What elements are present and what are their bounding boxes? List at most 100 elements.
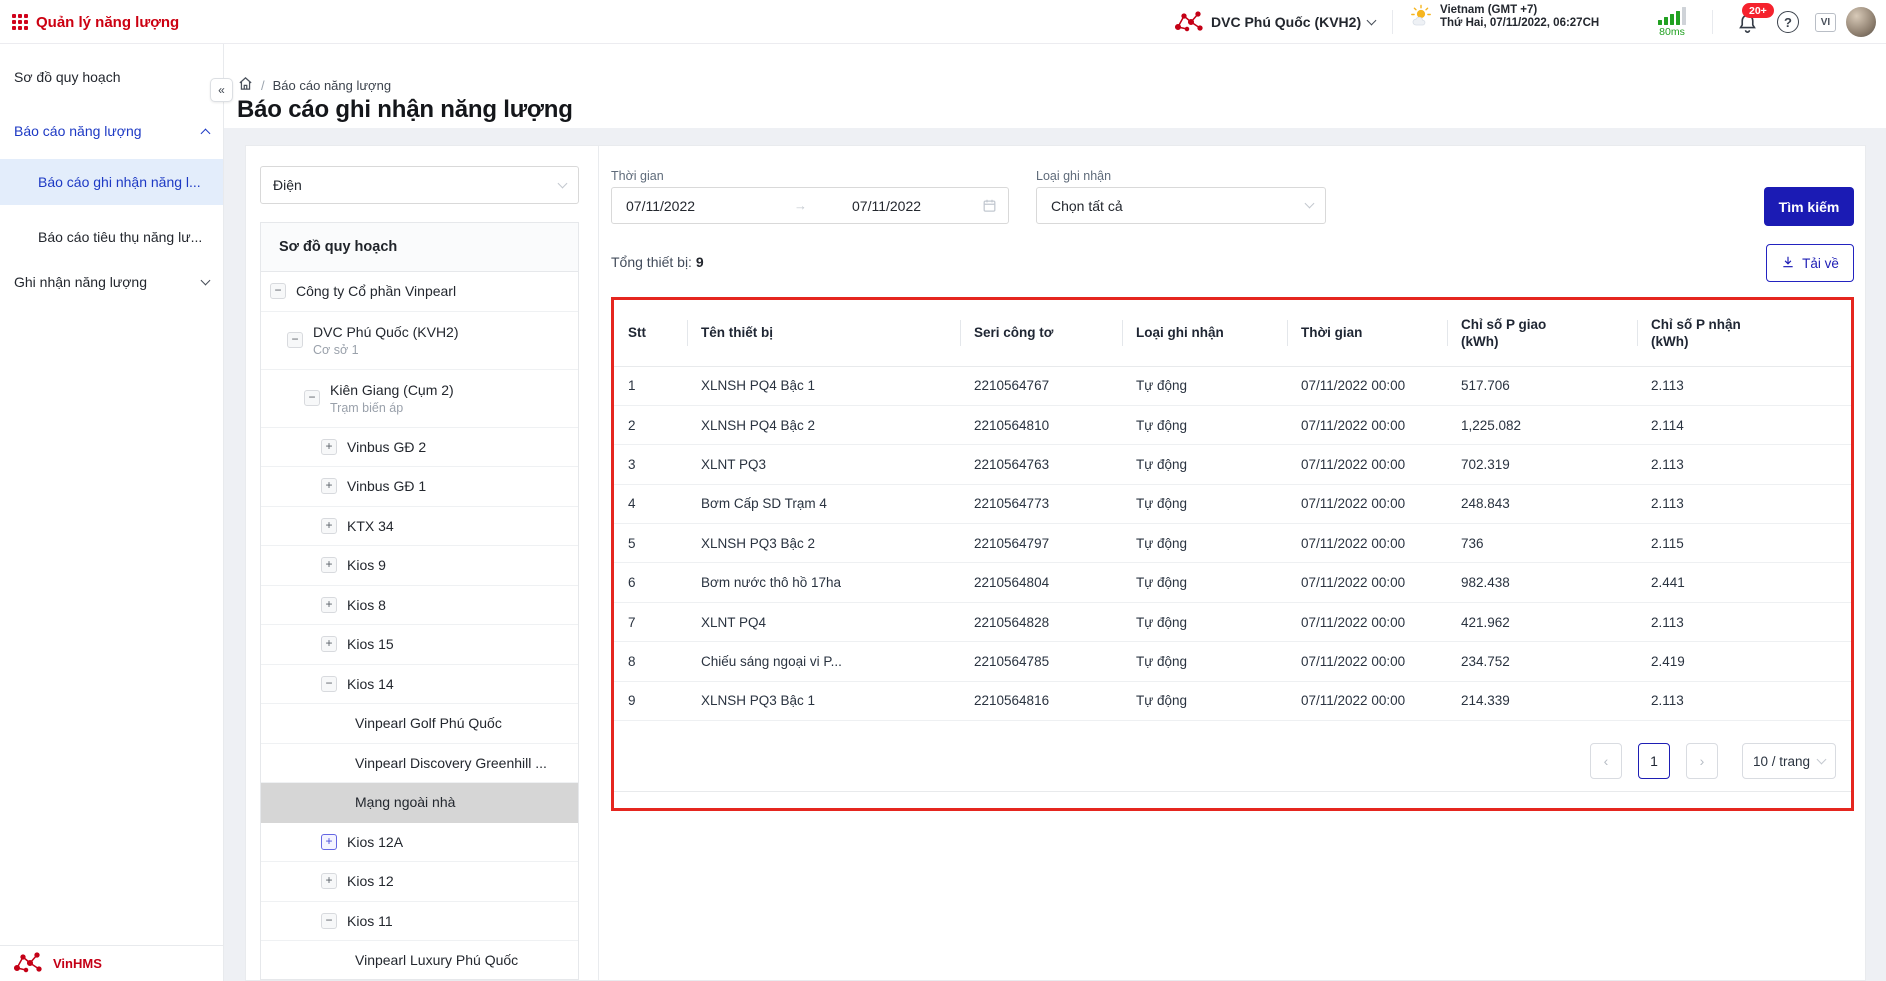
table-cell: 2.113	[1637, 445, 1851, 484]
download-button[interactable]: Tải về	[1766, 244, 1854, 282]
chevron-down-icon	[201, 275, 211, 285]
panel-divider	[598, 146, 599, 980]
prev-page-button[interactable]: ‹	[1590, 743, 1622, 779]
tree-node[interactable]: +Kios 15	[261, 625, 578, 665]
tree-node[interactable]: Vinpearl Golf Phú Quốc	[261, 704, 578, 744]
tree-node-label: Kios 14	[347, 675, 394, 693]
table-row[interactable]: 8Chiếu sáng ngoại vi P...2210564785Tự độ…	[614, 642, 1851, 681]
expand-icon[interactable]: +	[321, 478, 337, 494]
tree-node[interactable]: −Kios 14	[261, 665, 578, 705]
collapse-node-icon[interactable]: −	[321, 676, 337, 692]
pagination: ‹ 1 › 10 / trang	[1590, 743, 1836, 779]
table-row[interactable]: 7XLNT PQ42210564828Tự động07/11/2022 00:…	[614, 602, 1851, 641]
expand-icon[interactable]: +	[321, 636, 337, 652]
table-row[interactable]: 4Bơm Cấp SD Trạm 42210564773Tự động07/11…	[614, 484, 1851, 523]
table-row[interactable]: 6Bơm nước thô hồ 17ha2210564804Tự động07…	[614, 563, 1851, 602]
tree-node[interactable]: +Kios 12A	[261, 823, 578, 863]
weather-icon	[1410, 4, 1432, 29]
chevron-down-icon	[1367, 15, 1377, 25]
sidebar-item-label: Báo cáo ghi nhận năng l...	[38, 174, 201, 190]
chevron-down-icon	[1817, 754, 1827, 764]
tree-node[interactable]: +Vinbus GĐ 1	[261, 467, 578, 507]
tree-node[interactable]: −DVC Phú Quốc (KVH2)Cơ sở 1	[261, 312, 578, 370]
expand-icon[interactable]: +	[321, 873, 337, 889]
chevron-down-icon	[558, 178, 568, 188]
table-row[interactable]: 9XLNSH PQ3 Bậc 12210564816Tự động07/11/2…	[614, 681, 1851, 720]
tree-node-label: Vinpearl Golf Phú Quốc	[355, 714, 502, 732]
range-arrow-icon: →	[794, 198, 807, 213]
date-range-picker[interactable]: 07/11/2022 → 07/11/2022	[611, 187, 1009, 224]
collapse-node-icon[interactable]: −	[270, 283, 286, 299]
table-bottom-border	[614, 791, 1851, 792]
table-cell: 2210564816	[960, 681, 1122, 720]
connection-status: 80ms	[1649, 7, 1695, 38]
table-header-row: SttTên thiết bịSeri công tơLoại ghi nhận…	[614, 300, 1851, 366]
tree-node[interactable]: −Kios 11	[261, 902, 578, 942]
latency-value: 80ms	[1649, 26, 1695, 38]
timezone-info: Vietnam (GMT +7) Thứ Hai, 07/11/2022, 06…	[1410, 4, 1599, 29]
help-button[interactable]: ?	[1777, 11, 1799, 33]
grid-logo-icon	[12, 14, 28, 30]
tree-node[interactable]: +Vinbus GĐ 2	[261, 428, 578, 468]
current-page-button[interactable]: 1	[1638, 743, 1670, 779]
date-to-value[interactable]: 07/11/2022	[852, 198, 921, 214]
tree-node-subtitle: Trạm biến áp	[330, 400, 454, 416]
language-label: VI	[1821, 17, 1830, 28]
expand-icon[interactable]: +	[321, 597, 337, 613]
timezone-label: Vietnam (GMT +7)	[1440, 4, 1599, 16]
collapse-node-icon[interactable]: −	[321, 913, 337, 929]
tree-node-label: Vinpearl Luxury Phú Quốc	[355, 951, 518, 969]
table-row[interactable]: 5XLNSH PQ3 Bậc 22210564797Tự động07/11/2…	[614, 524, 1851, 563]
table-row[interactable]: 3XLNT PQ32210564763Tự động07/11/2022 00:…	[614, 445, 1851, 484]
tree-node[interactable]: −Công ty Cổ phần Vinpearl	[261, 272, 578, 312]
expand-icon[interactable]: +	[321, 834, 337, 850]
table-cell: 982.438	[1447, 563, 1637, 602]
content-card: Điện Sơ đồ quy hoạch −Công ty Cổ phần Vi…	[245, 145, 1866, 981]
table-cell: 07/11/2022 00:00	[1287, 681, 1447, 720]
tree-node[interactable]: −Kiên Giang (Cụm 2)Trạm biến áp	[261, 370, 578, 428]
language-switcher[interactable]: VI	[1815, 13, 1836, 32]
user-avatar[interactable]	[1846, 7, 1876, 37]
vinhms-brand: VinHMS	[53, 956, 102, 971]
tree-node-label: KTX 34	[347, 517, 394, 535]
next-page-button[interactable]: ›	[1686, 743, 1718, 779]
tree-node[interactable]: Vinpearl Discovery Greenhill ...	[261, 744, 578, 784]
record-type-select[interactable]: Chọn tất cả	[1036, 187, 1326, 224]
sidebar-collapse-button[interactable]: «	[210, 78, 233, 102]
sidebar-item-so-do-quy-hoach[interactable]: Sơ đồ quy hoạch	[14, 68, 209, 86]
org-switcher[interactable]: DVC Phú Quốc (KVH2)	[1174, 0, 1375, 44]
table-cell: Bơm nước thô hồ 17ha	[687, 563, 960, 602]
table-cell: 07/11/2022 00:00	[1287, 445, 1447, 484]
date-from-value[interactable]: 07/11/2022	[626, 198, 695, 214]
vinhms-logo-icon	[12, 950, 44, 977]
expand-icon[interactable]: +	[321, 439, 337, 455]
home-icon[interactable]	[238, 76, 253, 94]
sidebar-item-bao-cao-nang-luong[interactable]: Báo cáo năng lượng	[14, 122, 209, 140]
table-cell: 234.752	[1447, 642, 1637, 681]
tree-node[interactable]: + KTX 34	[261, 507, 578, 547]
sidebar-item-bao-cao-tieu-thu[interactable]: Báo cáo tiêu thụ năng lư...	[38, 228, 209, 246]
breadcrumb-item[interactable]: Báo cáo năng lượng	[273, 78, 391, 93]
table-row[interactable]: 2XLNSH PQ4 Bậc 22210564810Tự động07/11/2…	[614, 405, 1851, 444]
table-cell: 2.419	[1637, 642, 1851, 681]
expand-icon[interactable]: +	[321, 518, 337, 534]
table-cell: 2	[614, 405, 687, 444]
collapse-node-icon[interactable]: −	[304, 390, 320, 406]
sidebar-item-bao-cao-ghi-nhan[interactable]: Báo cáo ghi nhận năng l...	[0, 159, 223, 205]
tree-node[interactable]: +Kios 8	[261, 586, 578, 626]
sidebar-item-ghi-nhan-nang-luong[interactable]: Ghi nhận năng lượng	[14, 273, 209, 291]
tree-node[interactable]: Vinpearl Luxury Phú Quốc	[261, 941, 578, 980]
page-size-select[interactable]: 10 / trang	[1742, 743, 1836, 779]
tree-node[interactable]: +Kios 9	[261, 546, 578, 586]
table-cell: 2.113	[1637, 602, 1851, 641]
energy-type-select[interactable]: Điện	[260, 166, 579, 204]
column-header: Loại ghi nhận	[1122, 300, 1287, 366]
expand-icon[interactable]: +	[321, 557, 337, 573]
table-row[interactable]: 1XLNSH PQ4 Bậc 12210564767Tự động07/11/2…	[614, 366, 1851, 405]
tree-node[interactable]: Mạng ngoài nhà	[261, 783, 578, 823]
search-button[interactable]: Tìm kiếm	[1764, 187, 1854, 226]
tree-node-label: Kiên Giang (Cụm 2)	[330, 381, 454, 399]
collapse-node-icon[interactable]: −	[287, 332, 303, 348]
app-logo[interactable]: Quản lý năng lượng	[12, 0, 179, 44]
tree-node[interactable]: +Kios 12	[261, 862, 578, 902]
